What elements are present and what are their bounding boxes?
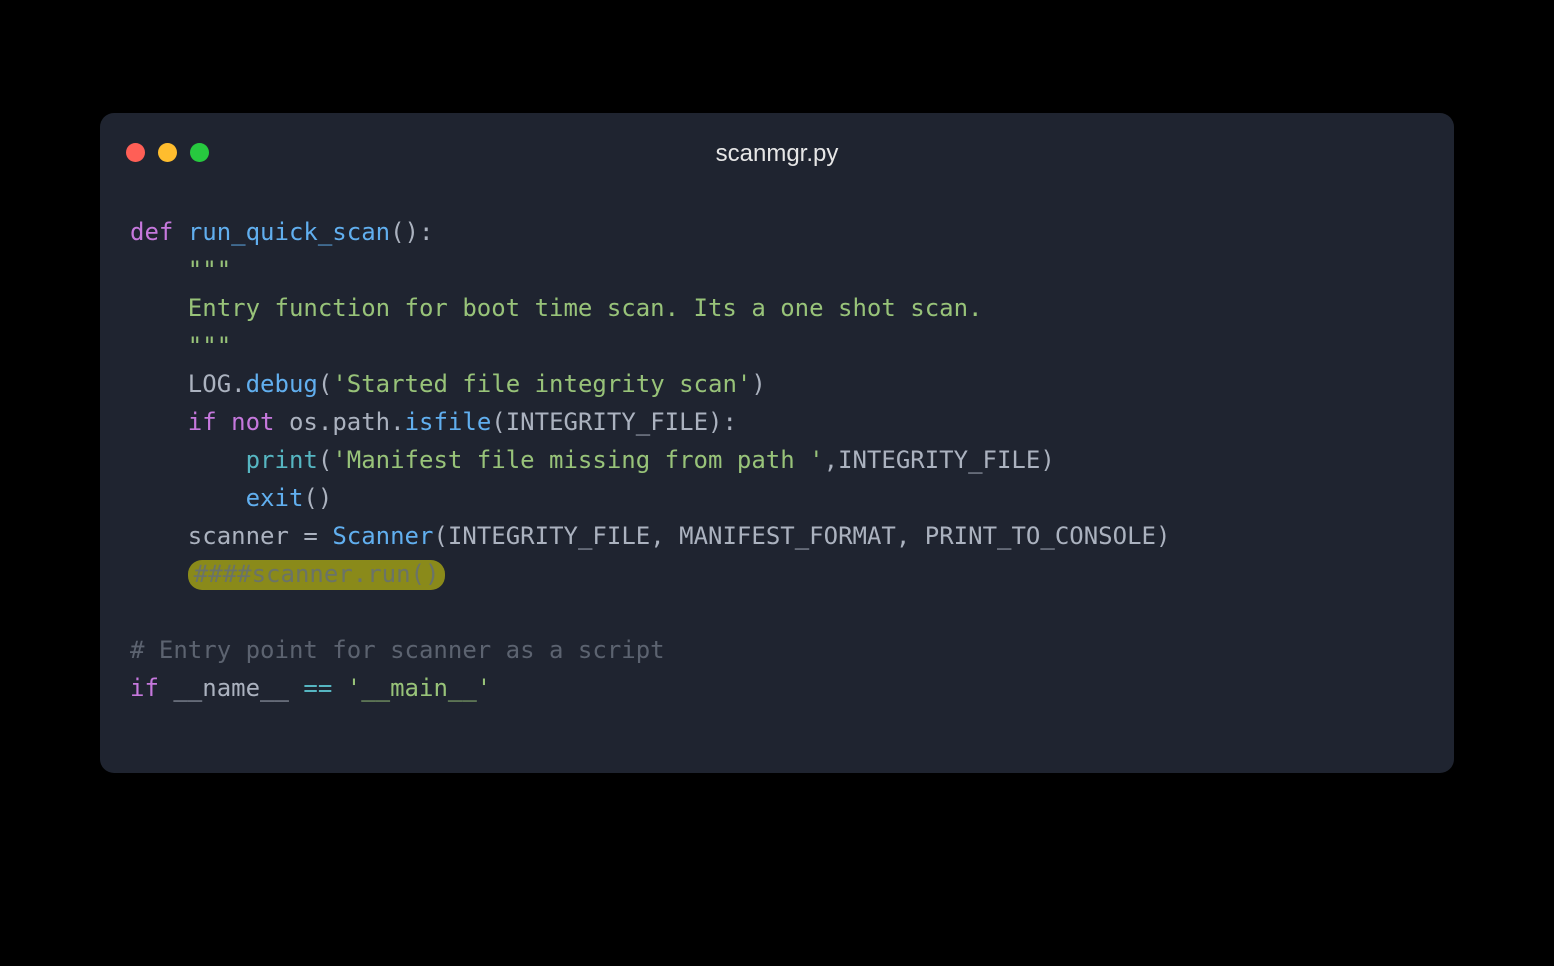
- window-title: scanmgr.py: [716, 122, 839, 168]
- punct: (: [491, 408, 505, 436]
- docstring-open: """: [188, 256, 231, 284]
- dunder-name: __name__: [173, 674, 289, 702]
- fn-name: run_quick_scan: [188, 218, 390, 246]
- punct: .: [390, 408, 404, 436]
- op-assign: =: [289, 522, 332, 550]
- punct: ,: [896, 522, 925, 550]
- kw-if: if: [188, 408, 217, 436]
- op-eq: ==: [289, 674, 347, 702]
- punct: ): [1040, 446, 1054, 474]
- editor-window: scanmgr.py def run_quick_scan(): """ Ent…: [100, 113, 1454, 773]
- ident-os: os: [289, 408, 318, 436]
- zoom-icon[interactable]: [190, 143, 209, 162]
- ident-log: LOG: [188, 370, 231, 398]
- punct: ():: [390, 218, 433, 246]
- ident-scanner: scanner: [188, 522, 289, 550]
- string-literal: 'Started file integrity scan': [332, 370, 751, 398]
- builtin-print: print: [246, 446, 318, 474]
- punct: (): [303, 484, 332, 512]
- builtin-exit: exit: [246, 484, 304, 512]
- titlebar: scanmgr.py: [100, 113, 1454, 177]
- string-literal: 'Manifest file missing from path ': [332, 446, 823, 474]
- kw-def: def: [130, 218, 173, 246]
- highlighted-comment-line: ####scanner.run(): [188, 560, 446, 590]
- punct: .: [231, 370, 245, 398]
- docstring-close: """: [188, 332, 231, 360]
- ident-path: path: [332, 408, 390, 436]
- comment-line: # Entry point for scanner as a script: [130, 636, 665, 664]
- code-editor[interactable]: def run_quick_scan(): """ Entry function…: [100, 177, 1454, 737]
- const-integrity-file: INTEGRITY_FILE: [506, 408, 708, 436]
- punct: (: [318, 370, 332, 398]
- class-scanner: Scanner: [332, 522, 433, 550]
- close-icon[interactable]: [126, 143, 145, 162]
- punct: ): [751, 370, 765, 398]
- punct: ): [1156, 522, 1170, 550]
- kw-not: not: [231, 408, 274, 436]
- punct: .: [318, 408, 332, 436]
- docstring-body: Entry function for boot time scan. Its a…: [188, 294, 983, 322]
- comment-text: scanner.run(): [252, 560, 440, 588]
- const-integrity-file: INTEGRITY_FILE: [838, 446, 1040, 474]
- const: MANIFEST_FORMAT: [679, 522, 896, 550]
- const: INTEGRITY_FILE: [448, 522, 650, 550]
- punct: ,: [824, 446, 838, 474]
- punct: (: [433, 522, 447, 550]
- const: PRINT_TO_CONSOLE: [925, 522, 1156, 550]
- minimize-icon[interactable]: [158, 143, 177, 162]
- method-debug: debug: [246, 370, 318, 398]
- punct: ):: [708, 408, 737, 436]
- kw-if: if: [130, 674, 159, 702]
- punct: ,: [650, 522, 679, 550]
- string-main: '__main__': [347, 674, 492, 702]
- punct: (: [318, 446, 332, 474]
- traffic-lights: [126, 143, 209, 162]
- method-isfile: isfile: [405, 408, 492, 436]
- comment-hashes: ####: [194, 560, 252, 588]
